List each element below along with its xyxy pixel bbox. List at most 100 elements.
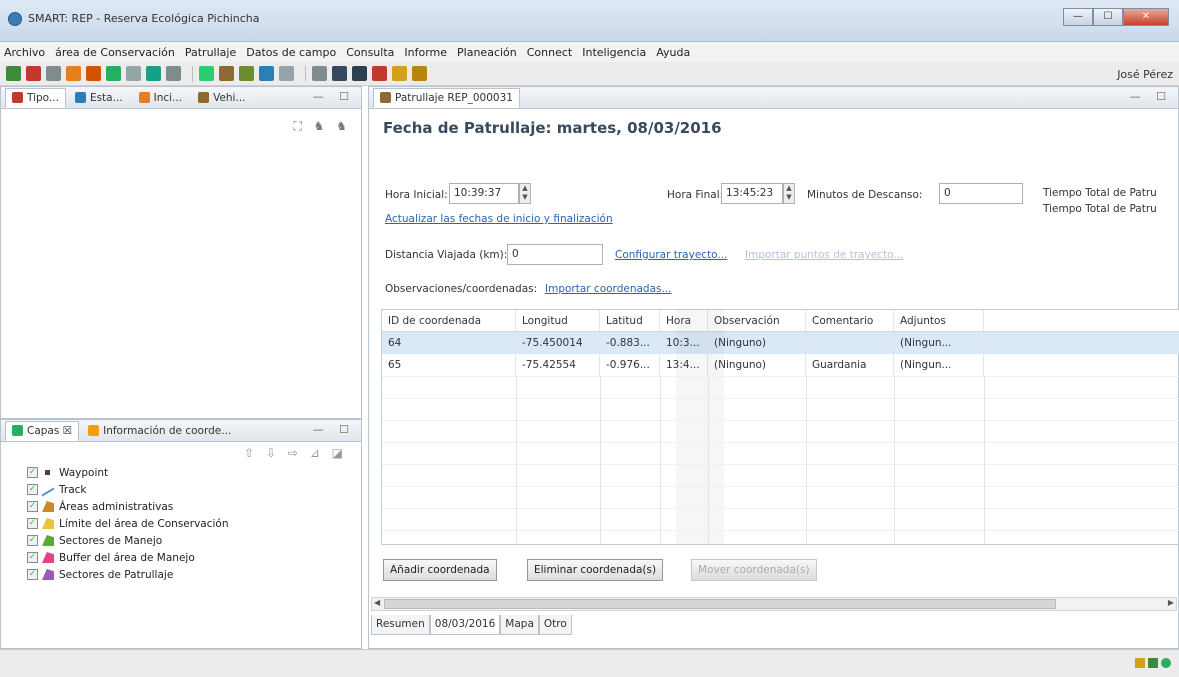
app-icon [8, 12, 22, 26]
layer-checkbox[interactable]: ✓ [27, 518, 38, 529]
left-bottom-tab-0[interactable]: Capas ☒ [5, 420, 80, 441]
menu-7[interactable]: Connect [527, 46, 572, 59]
left-bottom-tab-1[interactable]: Información de coorde... [81, 421, 238, 441]
bottom-tab[interactable]: Mapa [500, 615, 539, 635]
grid-line [382, 464, 1179, 465]
layer-label: Buffer del área de Manejo [59, 551, 195, 564]
waypoint-icon[interactable] [86, 66, 101, 81]
coordinates-table[interactable]: ID de coordenada Longitud Latitud Hora Obser… [381, 309, 1179, 545]
add-coordinate-button[interactable]: Añadir coordenada [383, 559, 497, 581]
actualizar-fechas-link[interactable]: Actualizar las fechas de inicio y finali… [385, 213, 613, 225]
scroll-right-icon[interactable]: ▶ [1168, 598, 1174, 607]
menu-0[interactable]: Archivo [4, 46, 45, 59]
left-top-tab-1[interactable]: Esta... [68, 88, 130, 108]
layer-item[interactable]: ✓ Waypoint [1, 464, 361, 481]
column-header[interactable]: Comentario [806, 310, 894, 331]
menu-8[interactable]: Inteligencia [582, 46, 646, 59]
menu-6[interactable]: Planeación [457, 46, 517, 59]
pin-icon[interactable] [106, 66, 121, 81]
tab-patrol[interactable]: Patrullaje REP_000031 [373, 87, 520, 108]
column-header[interactable]: ID de coordenada [382, 310, 516, 331]
layer-checkbox[interactable]: ✓ [27, 484, 38, 495]
left-top-tab-0[interactable]: Tipo... [5, 87, 66, 108]
left-top-tab-2[interactable]: Inci... [132, 88, 189, 108]
table-icon[interactable] [46, 66, 61, 81]
dropdown-grid-icon[interactable] [166, 66, 181, 81]
bottom-tab[interactable]: 08/03/2016 [429, 615, 501, 635]
minimize-button[interactable]: — [1063, 8, 1093, 26]
column-header[interactable]: Adjuntos [894, 310, 984, 331]
status-connection-icon[interactable] [1161, 658, 1171, 668]
left-top-tab-3[interactable]: Vehi... [191, 88, 252, 108]
menu-2[interactable]: Patrullaje [185, 46, 236, 59]
bottom-tab[interactable]: Otro [538, 615, 572, 635]
bottom-tab[interactable]: Resumen [371, 615, 430, 635]
patrol-icon[interactable] [66, 66, 81, 81]
configurar-trayecto-link[interactable]: Configurar trayecto... [615, 249, 727, 261]
report-icon[interactable] [279, 66, 294, 81]
layer-checkbox[interactable]: ✓ [27, 535, 38, 546]
menu-3[interactable]: Datos de campo [246, 46, 336, 59]
editor-view-controls[interactable]: — ☐ [1130, 90, 1172, 103]
layer-item[interactable]: ✓ Límite del área de Conservación [1, 515, 361, 532]
hora-final-field[interactable]: 13:45:23 [721, 183, 783, 204]
left-top-view-controls[interactable]: — ☐ [313, 90, 355, 103]
menu-9[interactable]: Ayuda [656, 46, 690, 59]
horizontal-scrollbar[interactable]: ◀ ▶ [371, 597, 1177, 611]
grid-icon[interactable] [126, 66, 141, 81]
status-sync-icon[interactable] [1148, 658, 1158, 668]
globe-icon[interactable] [26, 66, 41, 81]
importar-trayecto-link: Importar puntos de trayecto... [745, 249, 904, 261]
menu-5[interactable]: Informe [404, 46, 447, 59]
layer-checkbox[interactable]: ✓ [27, 569, 38, 580]
layer-item[interactable]: ✓ Track [1, 481, 361, 498]
walker-icon[interactable] [239, 66, 254, 81]
layers-toolbar[interactable]: ⇧ ⇩ ⇨ ⊿ ◪ [1, 442, 361, 464]
layer-item[interactable]: ✓ Sectores de Patrullaje [1, 566, 361, 583]
menu-4[interactable]: Consulta [346, 46, 394, 59]
layers-view-controls[interactable]: — ☐ [313, 423, 355, 436]
scrollbar-thumb[interactable] [384, 599, 1056, 609]
column-header[interactable]: Latitud [600, 310, 660, 331]
maximize-button[interactable]: ☐ [1093, 8, 1123, 26]
menu-1[interactable]: área de Conservación [55, 46, 175, 59]
minutos-descanso-field[interactable]: 0 [939, 183, 1023, 204]
table-cell [806, 332, 894, 354]
hora-inicio-spinner[interactable]: ▲ ▼ [519, 183, 531, 204]
distancia-field[interactable]: 0 [507, 244, 603, 265]
map-icon[interactable] [6, 66, 21, 81]
layer-item[interactable]: ✓ Sectores de Manejo [1, 532, 361, 549]
table-row[interactable]: 65 -75.42554 -0.976... 13:4... (Ninguno) Guar… [382, 354, 1179, 376]
remove-coordinates-button[interactable]: Eliminar coordenada(s) [527, 559, 664, 581]
flag-icon[interactable] [199, 66, 214, 81]
connect-icon[interactable] [412, 66, 427, 81]
editor-bottom-tabs: Resumen 08/03/2016 Mapa Otro [371, 615, 572, 635]
hora-final-spinner[interactable]: ▲ ▼ [783, 183, 795, 204]
table-cell: -0.976... [600, 354, 660, 376]
importar-coordenadas-link[interactable]: Importar coordenadas... [545, 283, 672, 295]
column-line [984, 376, 985, 544]
scroll-left-icon[interactable]: ◀ [374, 598, 380, 607]
query-icon[interactable] [352, 66, 367, 81]
layer-checkbox[interactable]: ✓ [27, 552, 38, 563]
intel-icon[interactable] [372, 66, 387, 81]
close-button[interactable]: ✕ [1123, 8, 1169, 26]
status-chart-icon[interactable] [1135, 658, 1145, 668]
user-label[interactable]: José Pérez [1117, 68, 1173, 81]
tree-icon[interactable] [219, 66, 234, 81]
table-row[interactable]: 64 -75.450014 -0.883... 10:3... (Ninguno) (Ni… [382, 332, 1179, 354]
layer-item[interactable]: ✓ Buffer del área de Manejo [1, 549, 361, 566]
layer-checkbox[interactable]: ✓ [27, 467, 38, 478]
plan-icon[interactable] [392, 66, 407, 81]
info-icon [88, 425, 100, 436]
left-top-tools[interactable]: ⛶ ♞ ♞ [293, 119, 351, 134]
layer-checkbox[interactable]: ✓ [27, 501, 38, 512]
layer-item[interactable]: ✓ Áreas administrativas [1, 498, 361, 515]
calendar-icon[interactable] [332, 66, 347, 81]
person-icon[interactable] [146, 66, 161, 81]
hora-inicio-field[interactable]: 10:39:37 [449, 183, 519, 204]
export-icon[interactable] [312, 66, 327, 81]
layer-symbol-icon [42, 482, 54, 497]
chart-icon[interactable] [259, 66, 274, 81]
column-header[interactable]: Longitud [516, 310, 600, 331]
